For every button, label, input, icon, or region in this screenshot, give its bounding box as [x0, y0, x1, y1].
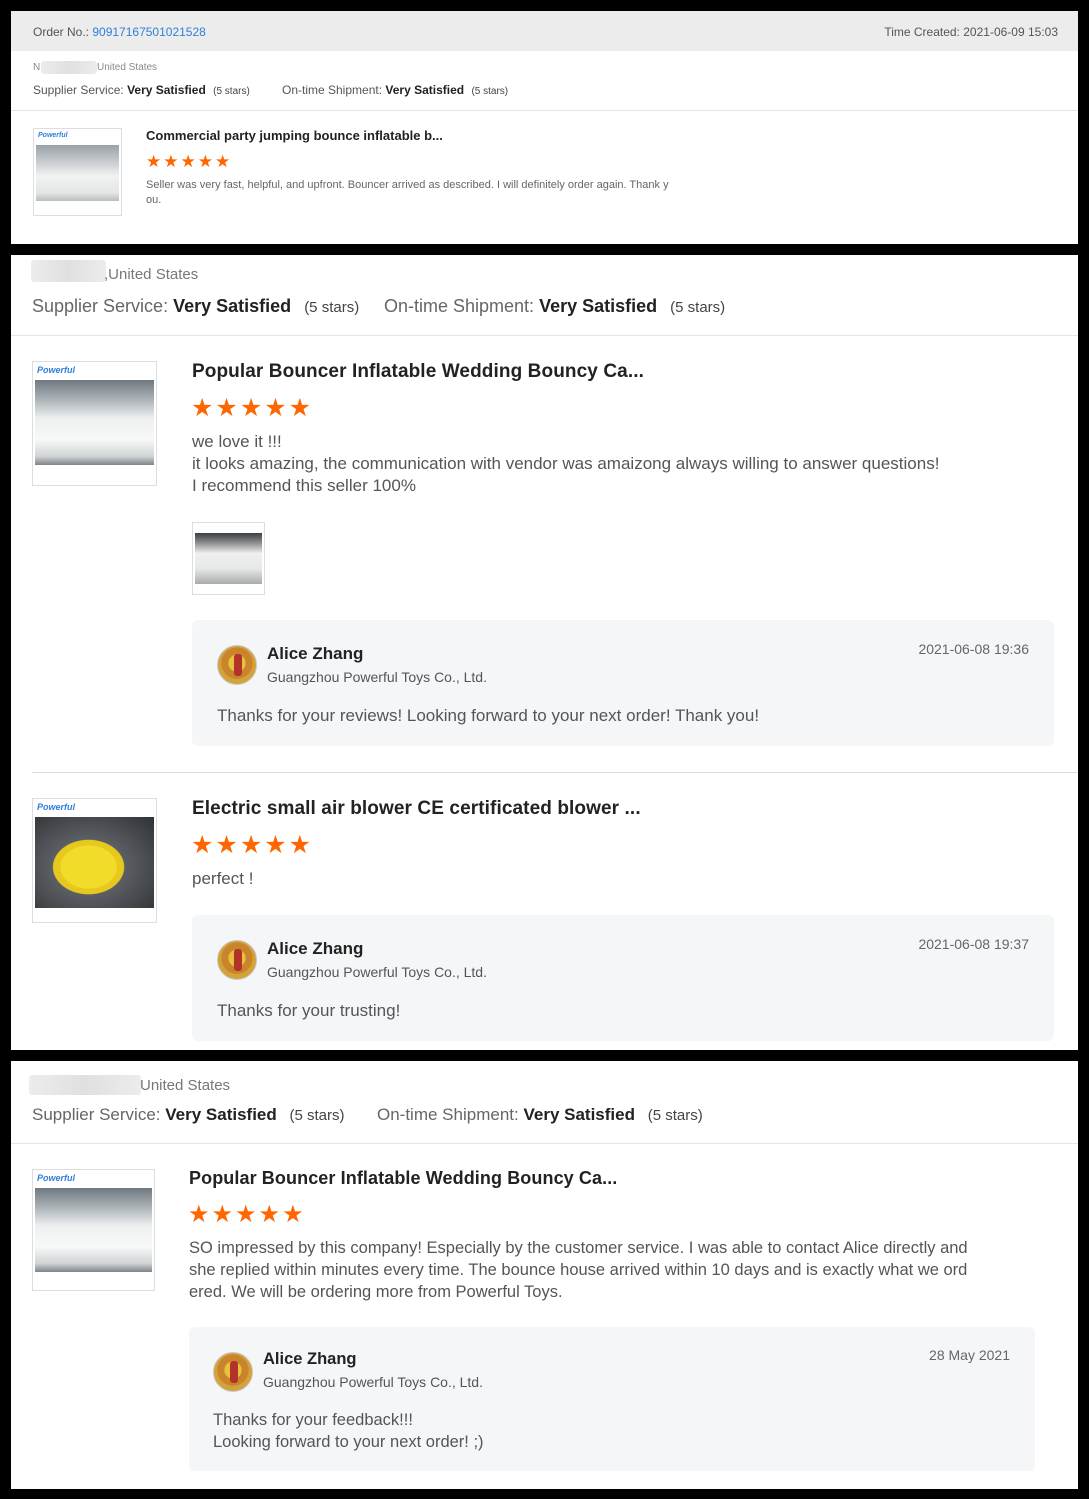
- order-review-card-1: Order No.: 90917167501021528 Time Create…: [11, 11, 1078, 244]
- redacted-buyer: [41, 61, 97, 74]
- review-line: ou.: [146, 194, 162, 206]
- rating-stars-text: (5 stars): [670, 299, 726, 316]
- avatar: [213, 1352, 253, 1392]
- divider: [11, 1143, 1078, 1144]
- supplier-service-rating: Supplier Service: Very Satisfied (5 star…: [33, 83, 250, 97]
- redacted-buyer: [29, 1075, 141, 1095]
- star-rating-icon: ★★★★★: [191, 831, 314, 859]
- reply-text: Thanks for your feedback!!! Looking forw…: [213, 1409, 484, 1453]
- reply-text: Thanks for your reviews! Looking forward…: [217, 706, 760, 725]
- rating-stars-text: (5 stars): [647, 1107, 703, 1124]
- star-rating-icon: ★★★★★: [191, 394, 314, 422]
- review-line: it looks amazing, the communication with…: [192, 454, 940, 473]
- rating-stars-text: (5 stars): [213, 86, 250, 97]
- divider: [32, 772, 1078, 773]
- review-line: Seller was very fast, helpful, and upfro…: [146, 179, 669, 191]
- reply-author: Alice Zhang: [263, 1350, 357, 1368]
- order-number-label: Order No.:: [33, 25, 90, 39]
- photo-image: [195, 533, 262, 584]
- buyer-location: United States: [97, 62, 158, 73]
- product-title[interactable]: Popular Bouncer Inflatable Wedding Bounc…: [192, 361, 644, 383]
- product-title[interactable]: Electric small air blower CE certificate…: [192, 798, 641, 820]
- seller-reply: Alice Zhang Guangzhou Powerful Toys Co.,…: [192, 915, 1054, 1041]
- brand-logo: Powerful: [38, 132, 68, 139]
- rating-label: On-time Shipment:: [377, 1105, 519, 1124]
- buyer-location: United States: [140, 1077, 231, 1094]
- rating-value: Very Satisfied: [539, 296, 658, 316]
- reply-text: Thanks for your trusting!: [217, 1001, 401, 1020]
- review-card-3: United States Supplier Service: Very Sat…: [11, 1061, 1078, 1489]
- reply-author: Alice Zhang: [267, 939, 364, 958]
- seller-reply: Alice Zhang Guangzhou Powerful Toys Co.,…: [192, 620, 1054, 746]
- bouncer-image: [35, 380, 154, 465]
- product-thumbnail[interactable]: Powerful: [32, 1169, 155, 1291]
- brand-logo: Powerful: [37, 802, 76, 812]
- rating-value: Very Satisfied: [165, 1105, 277, 1124]
- buyer-name: N: [33, 62, 41, 73]
- reply-author: Alice Zhang: [267, 644, 364, 663]
- review-card-2: ,United States Supplier Service: Very Sa…: [11, 255, 1078, 1050]
- rating-label: On-time Shipment:: [282, 83, 383, 97]
- product-title[interactable]: Popular Bouncer Inflatable Wedding Bounc…: [189, 1168, 617, 1189]
- review-line: I recommend this seller 100%: [192, 476, 416, 495]
- reply-line: Thanks for your feedback!!!: [213, 1411, 413, 1429]
- shipment-rating: On-time Shipment: Very Satisfied (5 star…: [377, 1105, 703, 1125]
- review-line: perfect !: [192, 869, 254, 888]
- reply-company: Guangzhou Powerful Toys Co., Ltd.: [263, 1374, 483, 1390]
- bouncer-image: [36, 145, 119, 201]
- product-title[interactable]: Commercial party jumping bounce inflatab…: [146, 128, 443, 143]
- review-line: SO impressed by this company! Especially…: [189, 1239, 968, 1257]
- star-rating-icon: ★★★★★: [188, 1201, 306, 1228]
- order-number-link[interactable]: 90917167501021528: [92, 25, 205, 39]
- reply-date: 28 May 2021: [929, 1347, 1010, 1363]
- review-text: we love it !!! it looks amazing, the com…: [192, 431, 939, 497]
- review-line: ered. We will be ordering more from Powe…: [189, 1283, 563, 1301]
- rating-value: Very Satisfied: [127, 83, 206, 97]
- supplier-service-rating: Supplier Service: Very Satisfied (5 star…: [32, 1105, 345, 1125]
- buyer-location: ,United States: [104, 266, 199, 283]
- supplier-service-rating: Supplier Service: Very Satisfied (5 star…: [32, 296, 359, 317]
- rating-label: Supplier Service:: [32, 296, 169, 316]
- review-line: she replied within minutes every time. T…: [189, 1261, 968, 1279]
- avatar: [217, 940, 257, 980]
- rating-label: Supplier Service:: [32, 1105, 161, 1124]
- reply-company: Guangzhou Powerful Toys Co., Ltd.: [267, 964, 487, 980]
- divider: [11, 110, 1078, 111]
- product-thumbnail[interactable]: Powerful: [33, 128, 122, 216]
- reply-date: 2021-06-08 19:37: [918, 936, 1029, 952]
- product-thumbnail[interactable]: Powerful: [32, 798, 157, 923]
- brand-logo: Powerful: [37, 365, 76, 375]
- redacted-buyer: [31, 260, 106, 282]
- review-text: Seller was very fast, helpful, and upfro…: [146, 178, 669, 208]
- review-photo[interactable]: [192, 522, 265, 595]
- seller-reply: Alice Zhang Guangzhou Powerful Toys Co.,…: [189, 1327, 1035, 1471]
- order-time-label: Time Created:: [884, 25, 960, 39]
- star-rating-icon: ★★★★★: [146, 152, 233, 171]
- avatar: [217, 645, 257, 685]
- rating-stars-text: (5 stars): [304, 299, 360, 316]
- review-line: we love it !!!: [192, 432, 282, 451]
- bouncer-image: [35, 1188, 152, 1272]
- rating-stars-text: (5 stars): [289, 1107, 345, 1124]
- reply-line: Looking forward to your next order! ;): [213, 1433, 484, 1451]
- reply-company: Guangzhou Powerful Toys Co., Ltd.: [267, 669, 487, 685]
- rating-value: Very Satisfied: [173, 296, 292, 316]
- order-time-value: 2021-06-09 15:03: [963, 25, 1058, 39]
- reply-date: 2021-06-08 19:36: [918, 641, 1029, 657]
- order-number: Order No.: 90917167501021528: [33, 25, 206, 39]
- review-text: SO impressed by this company! Especially…: [189, 1237, 968, 1303]
- shipment-rating: On-time Shipment: Very Satisfied (5 star…: [384, 296, 725, 317]
- rating-stars-text: (5 stars): [471, 86, 509, 97]
- review-text: perfect !: [192, 868, 253, 890]
- rating-value: Very Satisfied: [385, 83, 465, 97]
- order-time: Time Created: 2021-06-09 15:03: [884, 25, 1058, 39]
- rating-value: Very Satisfied: [523, 1105, 635, 1124]
- rating-label: Supplier Service:: [33, 83, 124, 97]
- rating-label: On-time Shipment:: [384, 296, 535, 316]
- product-thumbnail[interactable]: Powerful: [32, 361, 157, 486]
- blower-image: [35, 817, 154, 908]
- shipment-rating: On-time Shipment: Very Satisfied (5 star…: [282, 83, 508, 97]
- brand-logo: Powerful: [37, 1173, 76, 1183]
- divider: [11, 335, 1078, 336]
